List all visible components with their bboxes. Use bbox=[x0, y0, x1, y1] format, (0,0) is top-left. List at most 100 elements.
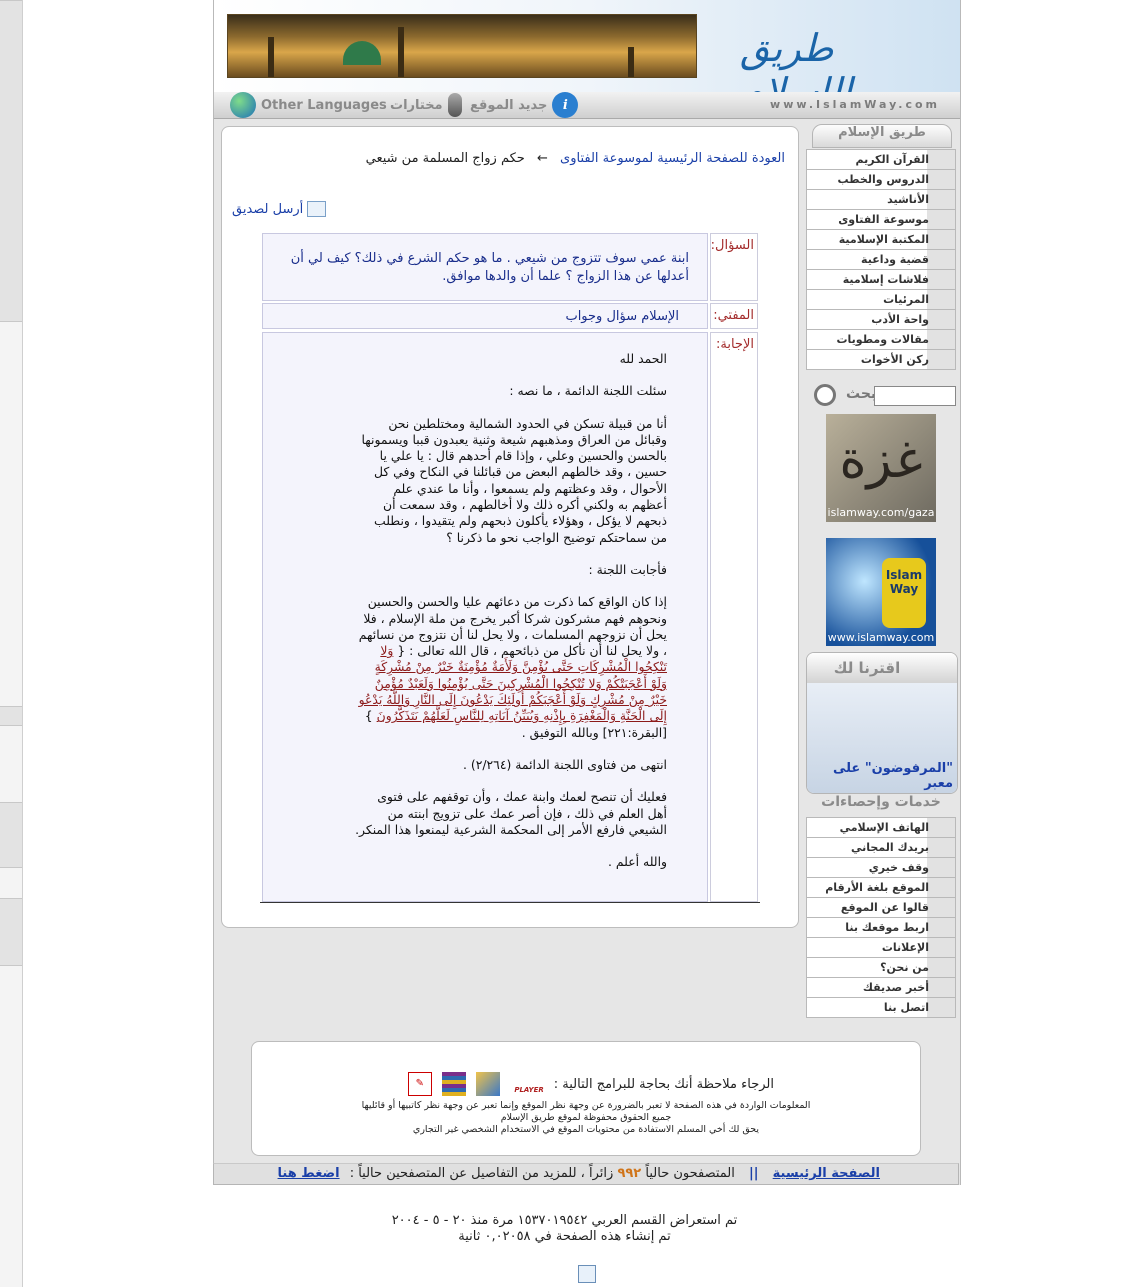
service-link-us[interactable]: اربط موقعك بنا bbox=[806, 917, 956, 937]
envelope-icon bbox=[307, 201, 327, 217]
sidebar-item-issue[interactable]: قضية وداعية bbox=[806, 249, 956, 269]
site-url: www.IslamWay.com bbox=[770, 98, 940, 111]
back-to-fatwa-home-link[interactable]: العودة للصفحة الرئيسية لموسوعة الفتاوى bbox=[560, 151, 785, 166]
pdf-icon[interactable]: ✎ bbox=[407, 1072, 432, 1096]
sidebar-item-fatwas[interactable]: موسوعة الفتاوى bbox=[806, 209, 956, 229]
service-numbers[interactable]: الموقع بلغة الأرقام bbox=[806, 877, 956, 897]
service-ads[interactable]: الإعلانات bbox=[806, 937, 956, 957]
disclaimer: المعلومات الواردة في هذه الصفحة لا تعبر … bbox=[252, 1100, 920, 1136]
whats-new-label: جديد الموقع bbox=[470, 97, 548, 113]
service-islamic-phone[interactable]: الهاتف الإسلامي bbox=[806, 817, 956, 837]
service-label: اربط موقعك بنا bbox=[845, 921, 929, 934]
suggestion-title[interactable]: "المرفوضون" على معبر bbox=[807, 761, 953, 791]
service-contact[interactable]: اتصل بنا bbox=[806, 997, 956, 1018]
sidebar-item-label: القرآن الكريم bbox=[855, 153, 929, 166]
disclaimer-line: المعلومات الواردة في هذه الصفحة لا تعبر … bbox=[361, 1100, 811, 1111]
service-label: وقف خيري bbox=[868, 861, 929, 874]
service-free-mail[interactable]: بريدك المجاني bbox=[806, 837, 956, 857]
send-to-friend-link[interactable]: أرسل لصديق bbox=[232, 201, 327, 217]
sidebar-item-nasheeds[interactable]: الأناشيد bbox=[806, 189, 956, 209]
sidebar-item-articles[interactable]: مقالات ومطويات bbox=[806, 329, 956, 349]
gaza-glyph: غزة bbox=[839, 430, 923, 490]
suggestion-header: اقترنا لك bbox=[807, 653, 957, 683]
scroll-marker bbox=[0, 898, 22, 966]
service-tell-friend[interactable]: أخبر صديقك bbox=[806, 977, 956, 997]
mufti-label: المفتي: bbox=[710, 303, 758, 329]
selections-button[interactable]: مختارات bbox=[390, 93, 462, 117]
sidebar-title: طريق الإسلام bbox=[812, 124, 952, 148]
left-frame-scrollbar[interactable] bbox=[0, 0, 23, 1287]
header-banner-image bbox=[227, 14, 697, 78]
search-label: بحث bbox=[846, 386, 877, 402]
search-icon[interactable] bbox=[814, 384, 836, 406]
sidebar-item-label: فلاشات إسلامية bbox=[842, 273, 929, 286]
generation-time: تم إنشاء هذه الصفحة في ٠,٠٢٠٥٨ ثانية bbox=[458, 1229, 671, 1244]
question-label: السؤال: bbox=[710, 233, 758, 301]
click-here-link[interactable]: اضغط هنا bbox=[278, 1166, 340, 1181]
sidebar-item-literature[interactable]: واحة الأدب bbox=[806, 309, 956, 329]
views-count: تم استعراض القسم العربي ١٥٣٧٠١٩٥٤٢ مرة م… bbox=[391, 1213, 738, 1228]
gaza-banner[interactable]: غزة islamway.com/gaza bbox=[826, 414, 936, 522]
divider bbox=[260, 902, 760, 903]
service-label: من نحن؟ bbox=[880, 961, 929, 974]
sidebar-menu: القرآن الكريم الدروس والخطب الأناشيد موس… bbox=[806, 149, 956, 370]
other-languages-button[interactable]: Other Languages bbox=[230, 92, 387, 118]
scroll-thumb[interactable] bbox=[0, 0, 22, 322]
answer-para: فأجابت اللجنة : bbox=[588, 561, 667, 577]
service-label: اتصل بنا bbox=[883, 1001, 929, 1014]
sidebar-item-sisters[interactable]: ركن الأخوات bbox=[806, 349, 956, 370]
sidebar-item-label: موسوعة الفتاوى bbox=[838, 213, 929, 226]
answer-label: الإجابة: bbox=[710, 332, 758, 902]
islamway-badge: Islam Way bbox=[882, 558, 926, 628]
fatwa-panel: العودة للصفحة الرئيسية لموسوعة الفتاوى ←… bbox=[221, 126, 799, 928]
mufti-row: المفتي: الإسلام سؤال وجواب bbox=[262, 303, 758, 329]
footer-box: الرجاء ملاحظة أنك بحاجة للبرامج التالية … bbox=[251, 1041, 921, 1156]
breadcrumb: العودة للصفحة الرئيسية لموسوعة الفتاوى ←… bbox=[366, 151, 785, 166]
info-icon: i bbox=[552, 92, 579, 118]
answer-para: انتهى من فتاوى اللجنة الدائمة (٢/٢٦٤) . bbox=[462, 756, 667, 772]
sidebar-item-quran[interactable]: القرآن الكريم bbox=[806, 149, 956, 169]
scroll-marker bbox=[0, 706, 22, 726]
sidebar-item-lessons[interactable]: الدروس والخطب bbox=[806, 169, 956, 189]
search-input[interactable] bbox=[874, 386, 956, 406]
globe-icon bbox=[230, 92, 256, 118]
sidebar-item-label: ركن الأخوات bbox=[860, 353, 929, 366]
page-stats: تم استعراض القسم العربي ١٥٣٧٠١٩٥٤٢ مرة م… bbox=[0, 1213, 1129, 1245]
answer-para-with-quran: إذا كان الواقع كما ذكرت من دعائهم عليا و… bbox=[355, 594, 667, 741]
sidebar-search: بحث bbox=[812, 384, 956, 408]
answer-text-span: إذا كان الواقع كما ذكرت من دعائهم عليا و… bbox=[358, 594, 667, 659]
status-bar: الصفحة الرئيسية || المتصفحون حالياً ٩٩٢ … bbox=[213, 1163, 959, 1185]
whats-new-button[interactable]: جديد الموقع i bbox=[470, 92, 579, 118]
mouse-icon bbox=[447, 93, 462, 117]
breadcrumb-arrow: ← bbox=[536, 151, 548, 166]
sidebar-item-label: واحة الأدب bbox=[871, 313, 929, 326]
separator: || bbox=[749, 1166, 759, 1181]
service-testimonials[interactable]: قالوا عن الموقع bbox=[806, 897, 956, 917]
sidebar-item-library[interactable]: المكتبة الإسلامية bbox=[806, 229, 956, 249]
islamway-banner-caption: www.islamway.com bbox=[827, 631, 935, 644]
sidebar-item-videos[interactable]: المرئيات bbox=[806, 289, 956, 309]
sidebar-item-label: المكتبة الإسلامية bbox=[838, 233, 929, 246]
service-about[interactable]: من نحن؟ bbox=[806, 957, 956, 977]
winrar-icon[interactable] bbox=[441, 1072, 466, 1096]
answer-para: سئلت اللجنة الدائمة ، ما نصه : bbox=[509, 383, 667, 399]
islamway-banner[interactable]: Islam Way www.islamway.com bbox=[826, 538, 936, 646]
sidebar-item-label: المرئيات bbox=[883, 293, 929, 306]
player-icon[interactable]: PLAYER bbox=[510, 1072, 543, 1096]
home-link[interactable]: الصفحة الرئيسية bbox=[773, 1166, 880, 1181]
answer-para: أنا من قبيلة تسكن في الحدود الشمالية ومخ… bbox=[361, 415, 667, 545]
site-logo[interactable]: طريق الإسلام bbox=[740, 6, 940, 114]
sidebar-item-flashes[interactable]: فلاشات إسلامية bbox=[806, 269, 956, 289]
counter-icon[interactable] bbox=[578, 1265, 596, 1283]
flash-icon[interactable] bbox=[475, 1072, 500, 1096]
service-label: الهاتف الإسلامي bbox=[839, 821, 929, 834]
programs-note: الرجاء ملاحظة أنك بحاجة للبرامج التالية … bbox=[553, 1076, 774, 1092]
sidebar-item-label: مقالات ومطويات bbox=[836, 333, 929, 346]
suggestion-box[interactable]: اقترنا لك "المرفوضون" على معبر bbox=[806, 652, 958, 794]
service-label: الموقع بلغة الأرقام bbox=[825, 881, 929, 894]
question-row: السؤال: ابنة عمي سوف تتزوج من شيعي . ما … bbox=[262, 233, 758, 301]
service-charity[interactable]: وقف خيري bbox=[806, 857, 956, 877]
answer-text: الحمد لله سئلت اللجنة الدائمة ، ما نصه :… bbox=[263, 333, 707, 870]
page-title: حكم زواج المسلمة من شيعي bbox=[365, 151, 525, 166]
other-languages-label: Other Languages bbox=[261, 97, 387, 113]
